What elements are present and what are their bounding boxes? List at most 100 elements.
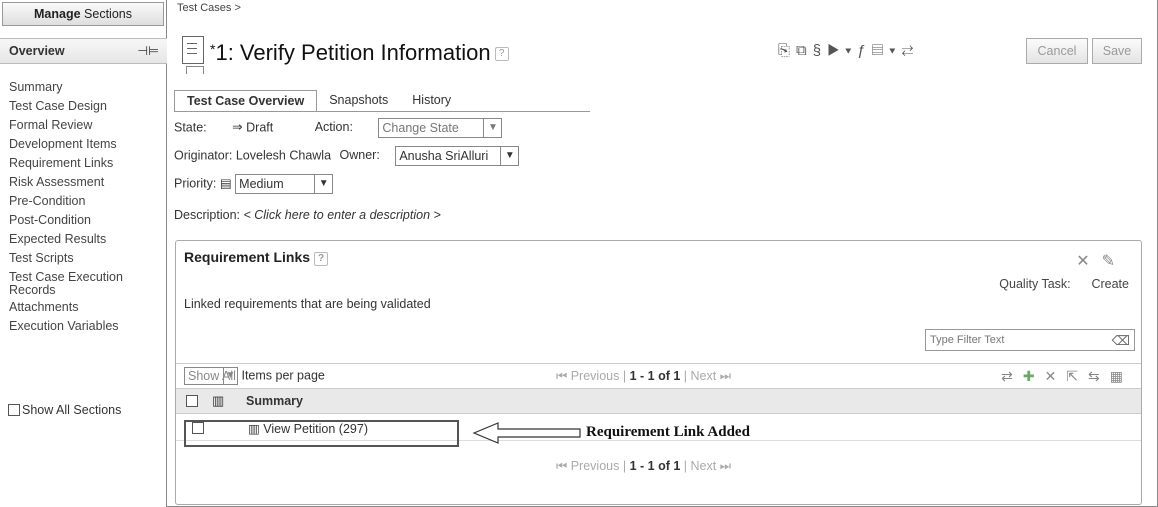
sidebar-item-test-case-design[interactable]: Test Case Design [9, 97, 165, 116]
quality-task-create-link[interactable]: Create [1091, 277, 1129, 291]
sidebar-nav: Summary Test Case Design Formal Review D… [9, 78, 165, 336]
breadcrumb[interactable]: Test Cases > [177, 2, 241, 14]
description-label: Description: [174, 208, 240, 222]
sidebar-item-attachments[interactable]: Attachments [9, 298, 165, 317]
priority-select[interactable]: Medium ▼ [235, 174, 334, 194]
save-button[interactable]: Save [1092, 38, 1142, 64]
edit-icon[interactable]: ✎ [1102, 253, 1127, 270]
quality-task: Quality Task: Create [999, 277, 1129, 291]
filter-input[interactable]: Type Filter Text ⌫ [925, 329, 1135, 351]
help-icon[interactable]: ? [494, 47, 509, 61]
requirement-links-panel: Requirement Links? ✕✎ Quality Task: Crea… [175, 240, 1142, 505]
panel-title-text: Requirement Links [184, 249, 311, 265]
show-all-checkbox[interactable] [8, 404, 20, 416]
type-column-icon: ▥ [212, 393, 225, 408]
panel-description: Linked requirements that are being valid… [184, 297, 431, 311]
link-icon[interactable]: § [813, 42, 827, 59]
main-area: Test Cases > *1: Verify Petition Informa… [168, 0, 1158, 507]
sidebar-item-test-scripts[interactable]: Test Scripts [9, 249, 165, 268]
sidebar-item-summary[interactable]: Summary [9, 78, 165, 97]
column-summary[interactable]: Summary [246, 394, 303, 408]
toolbar-icons: ⎘⧉§▶▾ƒ▤▾⇄ [778, 42, 919, 59]
filter-placeholder: Type Filter Text [930, 334, 1005, 346]
eraser-icon[interactable]: ⌫ [1112, 331, 1130, 351]
pager-sep: | [622, 369, 627, 383]
manage-sections-button[interactable]: Manage Sections [2, 2, 164, 26]
state-label: State: [174, 120, 207, 135]
sidebar-item-risk-assessment[interactable]: Risk Assessment [9, 173, 165, 192]
page-range: 1 - 1 of 1 [629, 459, 681, 473]
script-icon[interactable]: ƒ [857, 42, 871, 59]
document-icon [182, 36, 204, 64]
tab-snapshots[interactable]: Snapshots [317, 90, 400, 112]
select-all-checkbox[interactable] [186, 395, 198, 407]
next-link[interactable]: Next ⏭ [691, 369, 731, 383]
state-row: State: ⇒ Draft Action: Change State ▼ [174, 118, 503, 138]
owner-select[interactable]: Anusha SriAlluri ▼ [395, 146, 520, 166]
pager-top: ⏮ Previous | 1 - 1 of 1 | Next ⏭ [556, 369, 731, 384]
remove-icon[interactable]: ✕ [1045, 368, 1067, 384]
duplicate-icon[interactable]: ⧉ [796, 42, 813, 59]
table-tools: ⇄✚✕⇱⇆▦ [1001, 368, 1133, 385]
owner-label: Owner: [339, 148, 380, 163]
share-icon[interactable]: ⇄ [901, 42, 919, 59]
annotation-label: Requirement Link Added [586, 424, 750, 440]
action-value: Change State [382, 121, 459, 135]
items-per-page-label: Items per page [241, 368, 325, 383]
description-field[interactable]: < Click here to enter a description > [243, 208, 440, 222]
action-select[interactable]: Change State ▼ [378, 118, 503, 138]
priority-value: Medium [239, 177, 284, 191]
show-all-label: Show All Sections [22, 403, 122, 417]
items-per-page: Show All ▼ Items per page [184, 367, 325, 385]
previous-link[interactable]: ⏮ Previous [556, 459, 619, 473]
sidebar-item-execution-variables[interactable]: Execution Variables [9, 317, 165, 336]
pager-bottom: ⏮ Previous | 1 - 1 of 1 | Next ⏭ [556, 459, 731, 474]
sidebar-item-formal-review[interactable]: Formal Review [9, 116, 165, 135]
print-icon[interactable]: ▤▾ [872, 42, 902, 59]
sidebar-item-requirement-links[interactable]: Requirement Links [9, 154, 165, 173]
priority-icon: ▤ [219, 176, 232, 191]
export-icon[interactable]: ⇱ [1066, 368, 1088, 384]
pager-sep: | [683, 369, 688, 383]
state-value: Draft [246, 120, 274, 135]
overview-label: Overview [9, 44, 65, 58]
sidebar-item-execution-records[interactable]: Test Case Execution Records [9, 268, 165, 298]
tab-test-case-overview[interactable]: Test Case Overview [174, 90, 318, 112]
tab-divider [174, 111, 590, 112]
table-header: ▥ Summary [176, 389, 1141, 414]
highlight-box [184, 420, 459, 447]
originator-row: Originator: Lovelesh Chawla Owner: Anush… [174, 146, 520, 166]
state-arrow-icon: ⇒ [232, 120, 243, 135]
pager-sep: | [622, 459, 627, 473]
close-icon[interactable]: ✕ [1076, 253, 1101, 270]
overview-header[interactable]: Overview ⊣⊨ [0, 38, 167, 64]
panel-title: Requirement Links? [184, 249, 329, 266]
cancel-button[interactable]: Cancel [1026, 38, 1088, 64]
callout-arrow-icon [472, 422, 581, 444]
help-icon[interactable]: ? [314, 252, 329, 266]
sidebar-item-development-items[interactable]: Development Items [9, 135, 165, 154]
manage-label: Manage [34, 7, 81, 21]
copy-icon[interactable]: ⎘ [778, 42, 796, 59]
description-row: Description: < Click here to enter a des… [174, 208, 441, 222]
sidebar: Manage Sections Overview ⊣⊨ Summary Test … [0, 0, 167, 507]
page-size-select[interactable]: Show All ▼ [184, 367, 238, 385]
pager-sep: | [683, 459, 688, 473]
sidebar-item-pre-condition[interactable]: Pre-Condition [9, 192, 165, 211]
previous-link[interactable]: ⏮ Previous [556, 369, 619, 383]
link-icon[interactable]: ⇄ [1001, 368, 1023, 384]
add-icon[interactable]: ✚ [1023, 368, 1045, 384]
chevron-down-icon: ▼ [483, 119, 501, 137]
sidebar-item-expected-results[interactable]: Expected Results [9, 230, 165, 249]
document-icon-shadow [186, 66, 204, 74]
page-title: *1: Verify Petition Information? [210, 40, 509, 66]
run-icon[interactable]: ▶▾ [827, 42, 857, 59]
sidebar-item-post-condition[interactable]: Post-Condition [9, 211, 165, 230]
sync-icon[interactable]: ⇆ [1088, 368, 1110, 384]
show-all-sections[interactable]: Show All Sections [8, 403, 121, 417]
pin-icon[interactable]: ⊣⊨ [137, 39, 159, 63]
columns-icon[interactable]: ▦ [1110, 368, 1133, 384]
next-link[interactable]: Next ⏭ [691, 459, 731, 473]
chevron-down-icon: ▼ [500, 147, 518, 165]
tab-history[interactable]: History [400, 90, 463, 112]
